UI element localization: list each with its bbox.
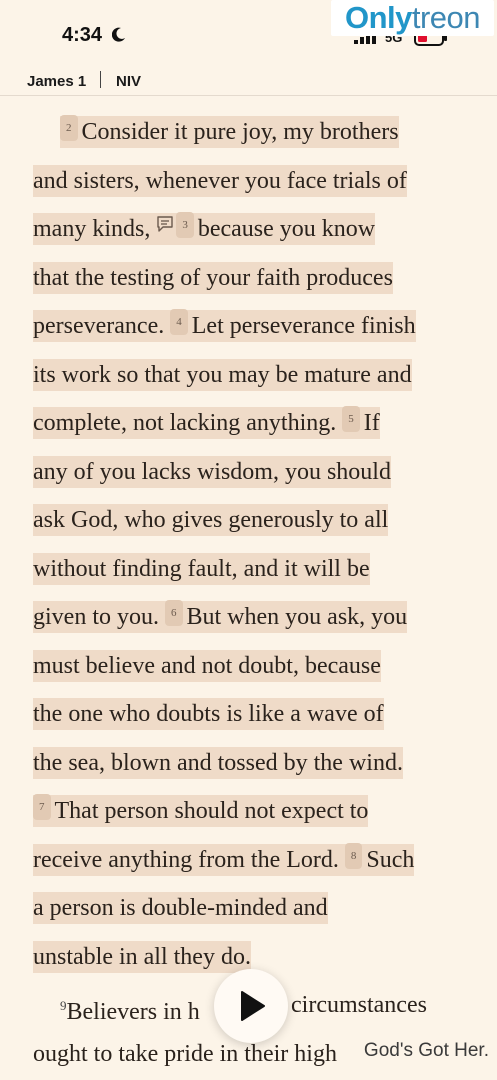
passage-line[interactable]: 9Believers in h [60, 981, 200, 1030]
passage-line[interactable]: the sea, blown and tossed by the wind. [33, 739, 403, 788]
passage-line[interactable]: and sisters, whenever you face trials of [33, 157, 407, 206]
verse-number[interactable]: 5 [342, 406, 360, 432]
passage-line[interactable]: ought to take pride in their high [33, 1030, 337, 1079]
passage-line[interactable]: without finding fault, and it will be [33, 545, 370, 594]
passage-line[interactable]: many kinds, 3 because you know [33, 205, 376, 254]
audio-play-button[interactable] [214, 969, 288, 1043]
passage-line[interactable]: ask God, who gives generously to all [33, 496, 389, 545]
passage-line[interactable]: any of you lacks wisdom, you should [33, 448, 391, 497]
verse-number[interactable]: 3 [176, 212, 194, 238]
moon-icon [112, 27, 125, 42]
passage-line-fragment: circumstances [291, 992, 427, 1018]
passage-line[interactable]: 2 Consider it pure joy, my brothers [60, 108, 399, 157]
passage-line[interactable]: given to you. 6 But when you ask, you [33, 593, 408, 642]
header-divider [100, 71, 101, 88]
verse-number[interactable]: 7 [33, 794, 51, 820]
note-icon[interactable] [156, 215, 174, 233]
passage-line[interactable]: that the testing of your faith produces [33, 254, 393, 303]
passage-line[interactable]: unstable in all they do. [33, 933, 251, 982]
passage-line[interactable]: perseverance. 4 Let perseverance finish [33, 302, 416, 351]
passage-line[interactable]: its work so that you may be mature and [33, 351, 412, 400]
credit-watermark: God's Got Her. [363, 1040, 489, 1062]
reader-header: James 1 NIV [0, 64, 497, 96]
passage-line[interactable]: must believe and not doubt, because [33, 642, 381, 691]
chapter-selector[interactable]: James 1 [27, 73, 86, 90]
passage-line[interactable]: receive anything from the Lord. 8 Such [33, 836, 415, 885]
watermark-logo: Onlytreon [331, 0, 494, 36]
passage-line[interactable]: the one who doubts is like a wave of [33, 690, 384, 739]
verse-number[interactable]: 6 [165, 600, 183, 626]
play-icon [241, 991, 265, 1021]
passage-line[interactable]: 7 That person should not expect to [33, 787, 369, 836]
verse-number[interactable]: 4 [170, 309, 188, 335]
verse-number[interactable]: 8 [344, 843, 363, 869]
verse-number[interactable]: 2 [60, 115, 78, 141]
passage-line[interactable]: complete, not lacking anything. 5 If [33, 399, 380, 448]
status-time: 4:34 [62, 24, 103, 46]
header-border [0, 95, 497, 96]
passage-line[interactable]: a person is double-minded and [33, 884, 328, 933]
version-selector[interactable]: NIV [116, 73, 141, 90]
